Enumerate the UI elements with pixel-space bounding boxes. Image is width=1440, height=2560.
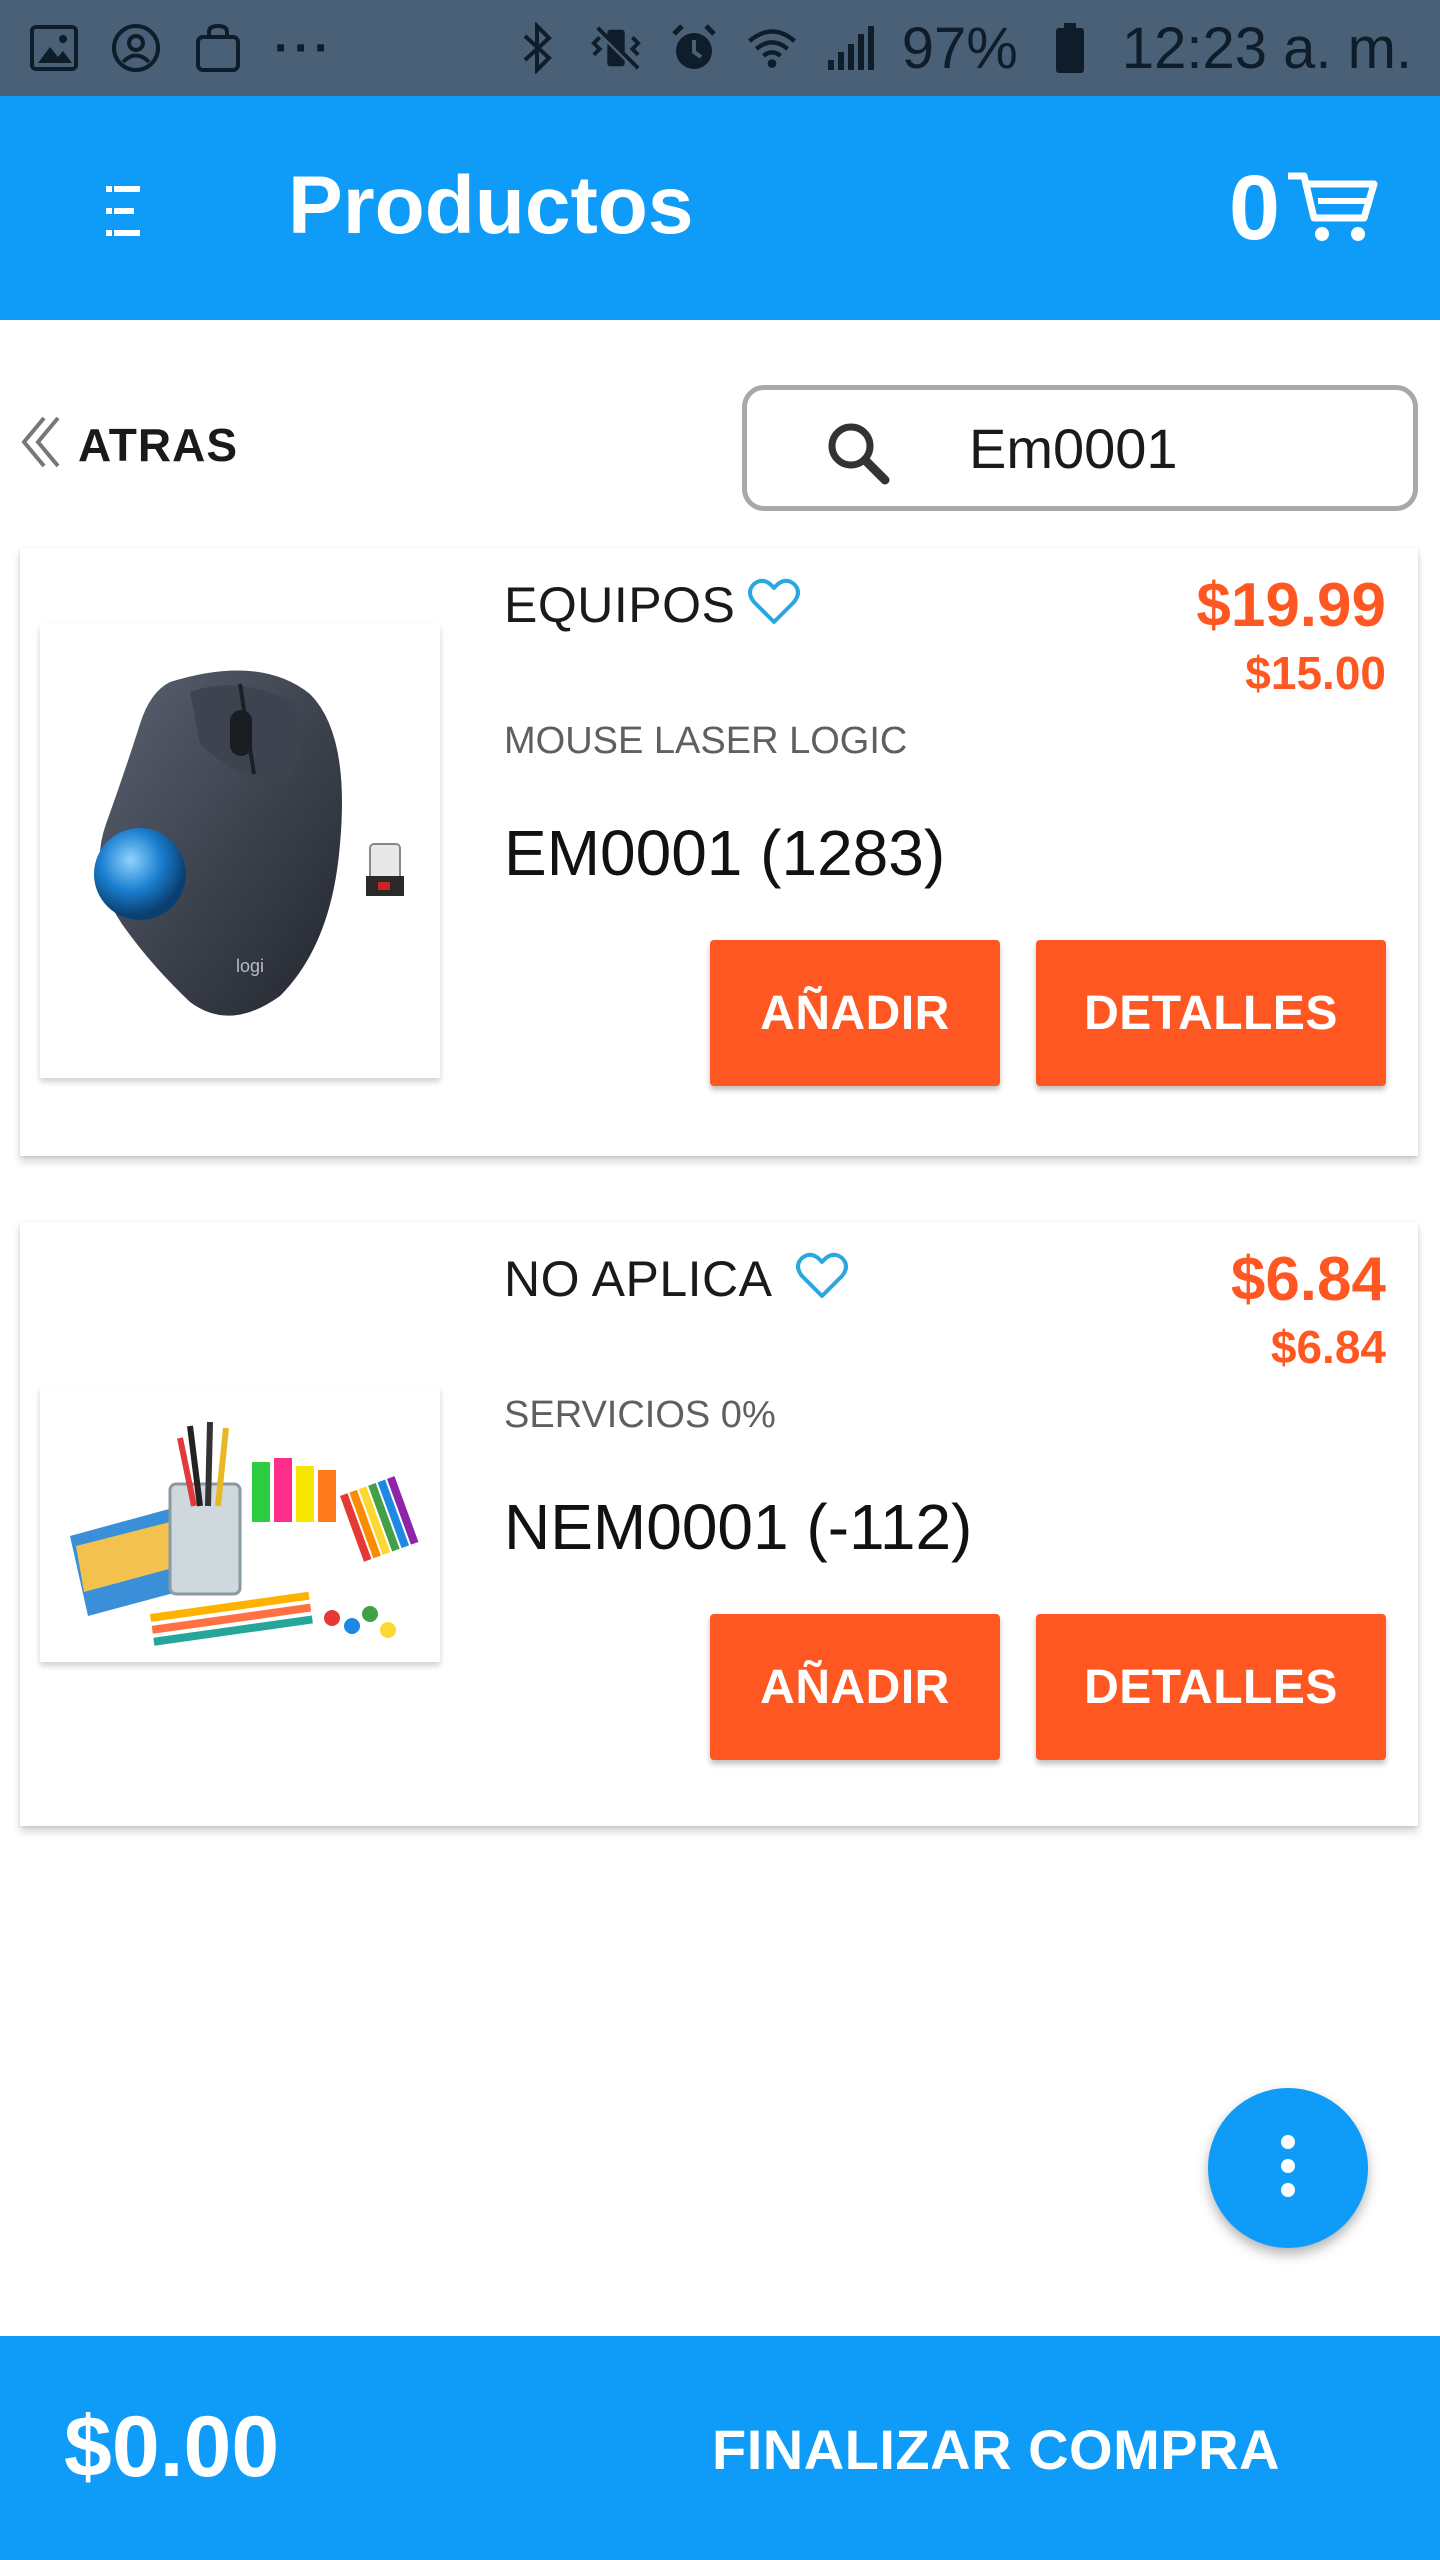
more-options-button[interactable]	[1208, 2088, 1368, 2248]
add-button[interactable]: AÑADIR	[710, 940, 1000, 1086]
bottom-bar: $0.00 FINALIZAR COMPRA	[0, 2336, 1440, 2560]
chevron-left-icon	[18, 414, 64, 475]
product-image[interactable]: logi	[40, 624, 440, 1078]
product-name: SERVICIOS 0%	[504, 1394, 776, 1436]
page-title: Productos	[288, 160, 694, 251]
product-name: MOUSE LASER LOGIC	[504, 720, 908, 762]
details-button[interactable]: DETALLES	[1036, 940, 1386, 1086]
product-image[interactable]	[40, 1386, 440, 1662]
product-price: $19.99	[1196, 571, 1386, 640]
add-button[interactable]: AÑADIR	[710, 1614, 1000, 1760]
wifi-icon	[746, 22, 798, 74]
mouse-logo-text: logi	[236, 956, 264, 976]
status-bar: ··· 97% 12:23 a. m.	[0, 0, 1440, 96]
search-box	[742, 385, 1418, 511]
menu-icon	[90, 186, 160, 250]
checkout-button[interactable]: FINALIZAR COMPRA	[712, 2410, 1280, 2490]
search-icon[interactable]	[825, 420, 891, 491]
product-category: NO APLICA	[504, 1251, 773, 1307]
product-code: EM0001 (1283)	[504, 817, 946, 889]
product-price: $6.84	[1230, 1245, 1386, 1314]
gallery-icon	[28, 22, 80, 74]
cart-button[interactable]: 0	[1229, 158, 1380, 258]
product-category: EQUIPOS	[504, 577, 736, 633]
app-bar: Productos 0	[0, 96, 1440, 320]
more-vertical-icon	[1276, 2132, 1300, 2205]
cart-count: 0	[1228, 157, 1280, 259]
product-card: logi EQUIPOS $19.99 $15.00 MOUSE LASER L…	[20, 548, 1418, 1156]
more-dots-icon: ···	[274, 21, 334, 75]
vibrate-icon	[590, 22, 642, 74]
trackball-mouse-image: logi	[94, 670, 404, 1016]
shopping-bag-icon	[192, 22, 244, 74]
details-button[interactable]: DETALLES	[1036, 1614, 1386, 1760]
alarm-icon	[668, 22, 720, 74]
product-price-secondary: $15.00	[1245, 647, 1386, 699]
search-input[interactable]	[969, 412, 1389, 484]
menu-button[interactable]	[90, 176, 160, 246]
product-card: NO APLICA $6.84 $6.84 SERVICIOS 0% NEM00…	[20, 1222, 1418, 1826]
bluetooth-icon	[512, 22, 564, 74]
product-code: NEM0001 (-112)	[504, 1491, 973, 1563]
back-button[interactable]: ATRAS	[18, 414, 238, 475]
signal-icon	[824, 22, 876, 74]
product-price-secondary: $6.84	[1270, 1321, 1386, 1373]
account-icon	[110, 22, 162, 74]
heart-icon[interactable]	[796, 1252, 848, 1305]
cart-icon	[1284, 166, 1380, 251]
clock-time: 12:23 a. m.	[1121, 15, 1412, 81]
cart-total: $0.00	[64, 2399, 280, 2495]
battery-percent: 97%	[901, 15, 1018, 81]
heart-icon[interactable]	[748, 578, 800, 631]
office-supplies-image	[70, 1421, 419, 1646]
back-label: ATRAS	[78, 418, 239, 471]
battery-icon	[1044, 22, 1096, 74]
